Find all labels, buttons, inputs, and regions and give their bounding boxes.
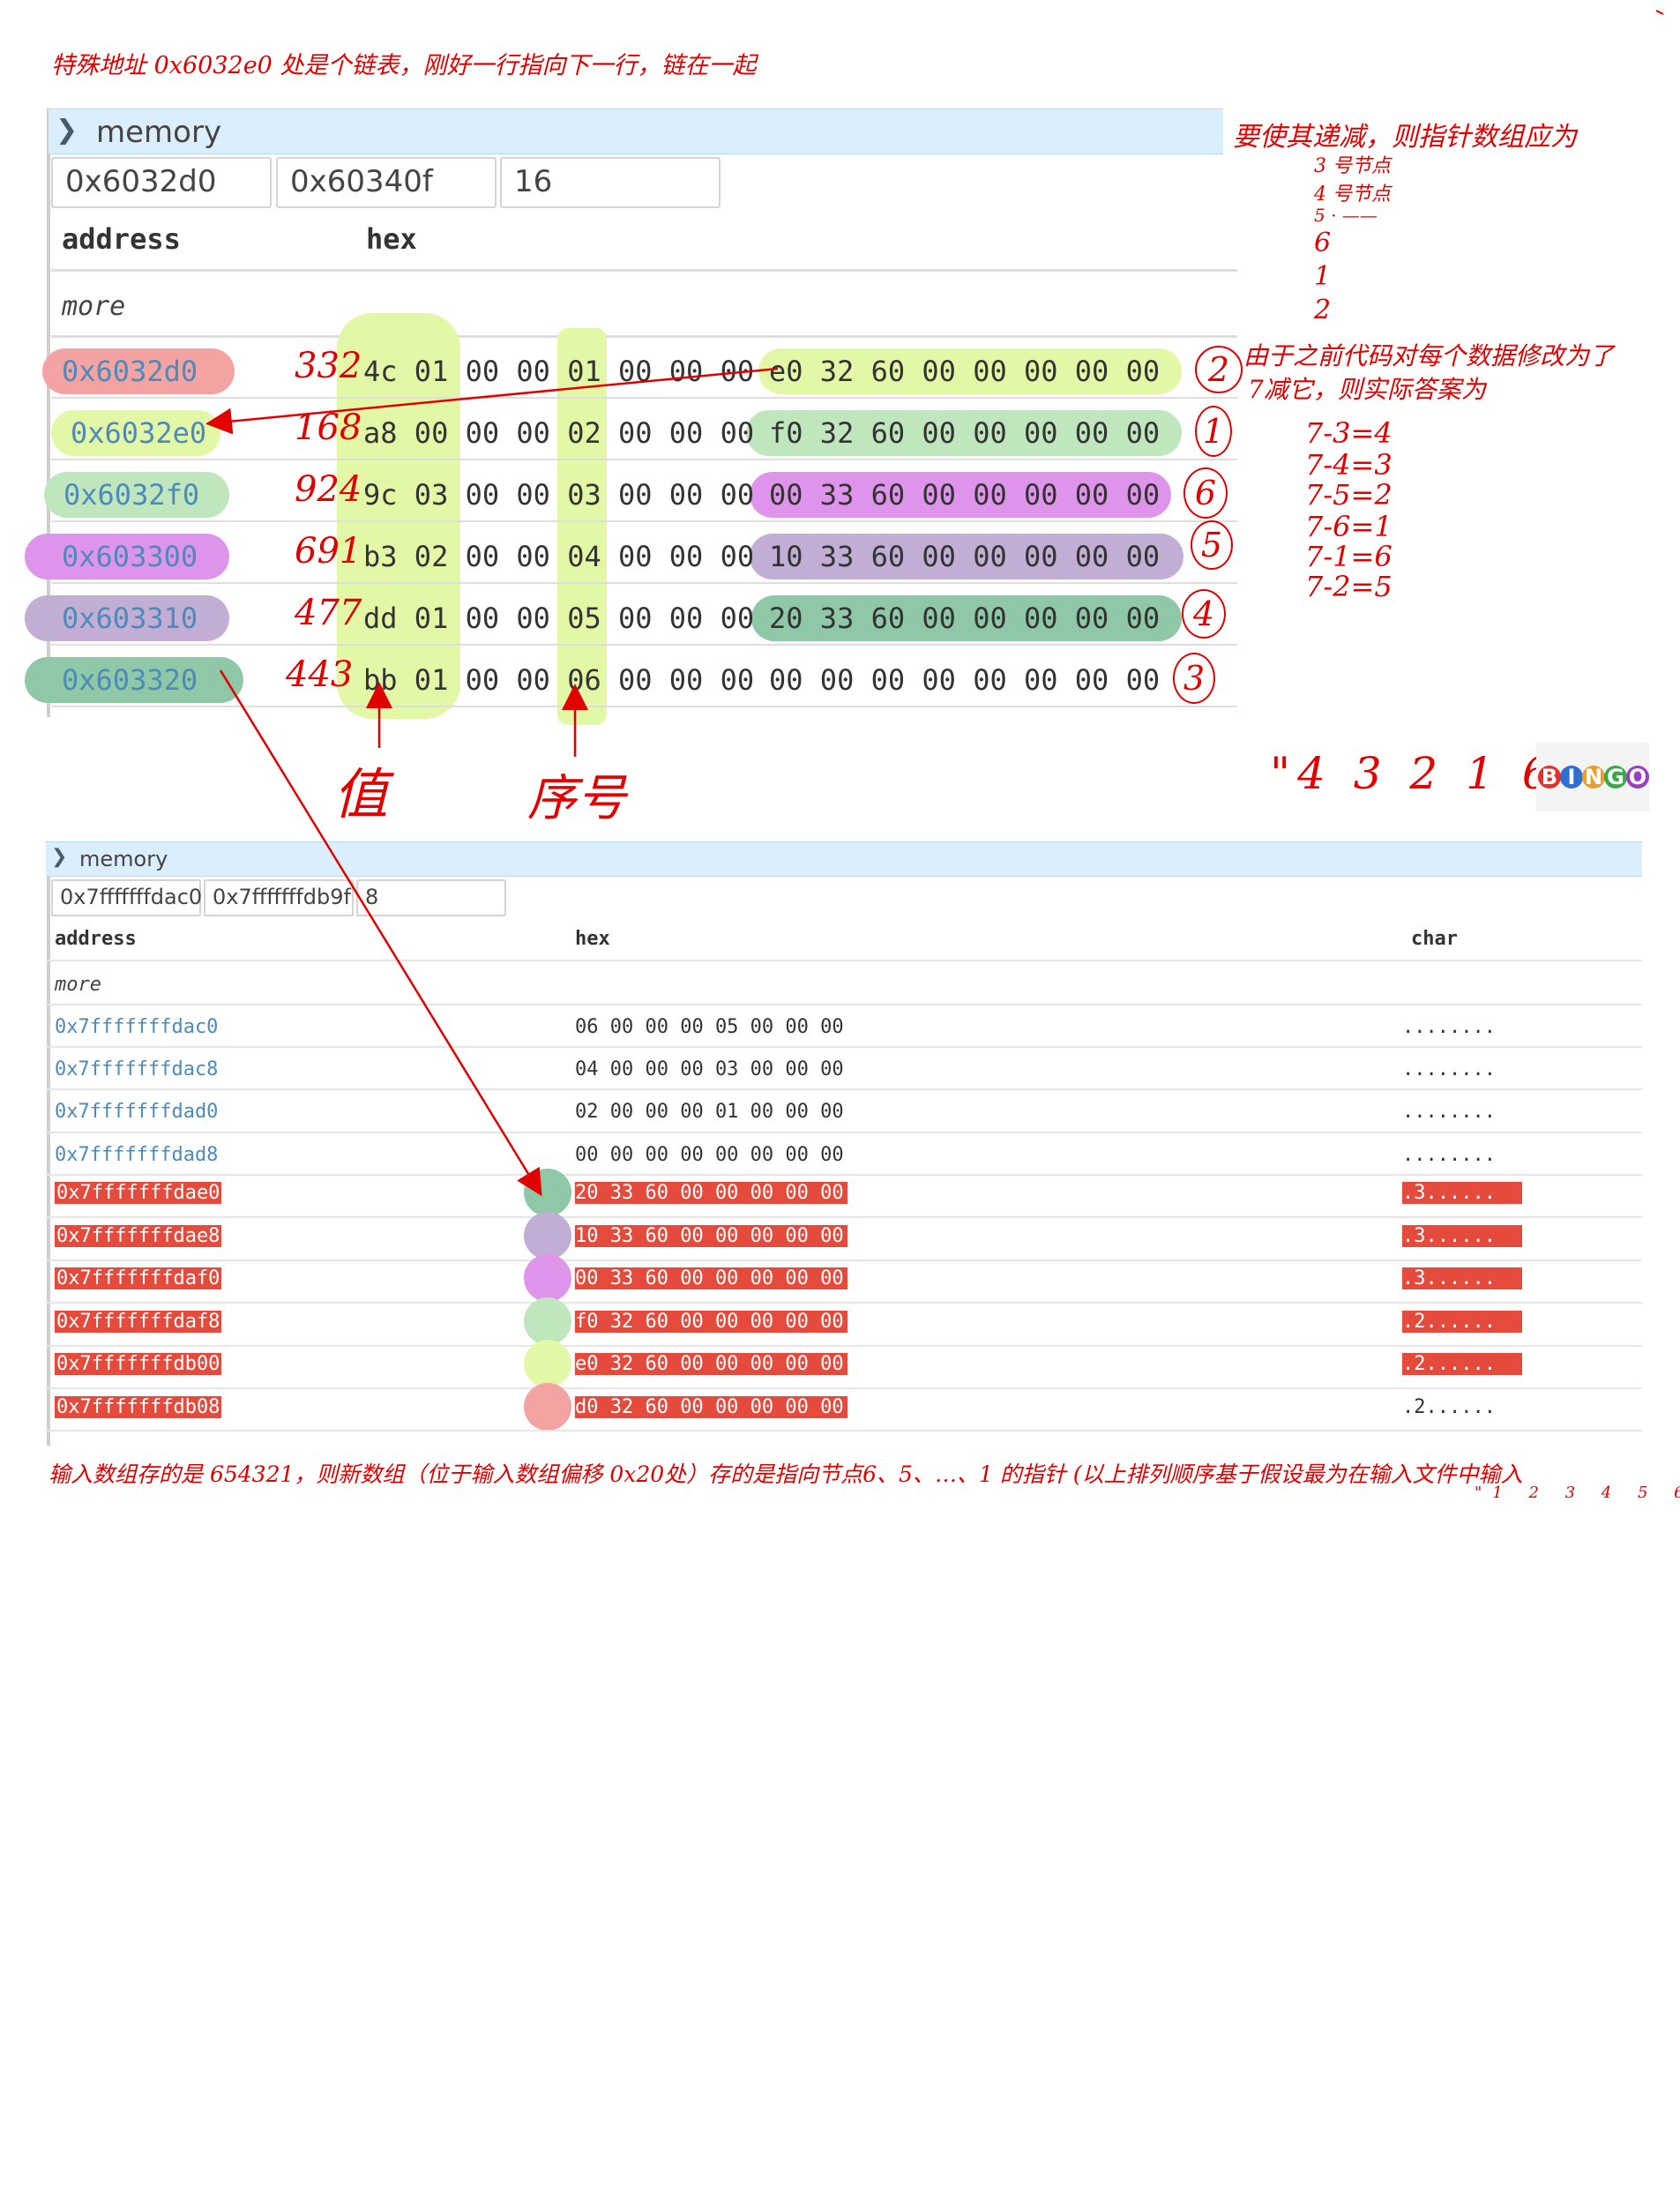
stack-arrow — [219, 669, 542, 1197]
annotation-arrows — [205, 10, 1664, 1197]
pointer-arrow — [205, 367, 779, 435]
tick-mark — [1655, 10, 1664, 15]
